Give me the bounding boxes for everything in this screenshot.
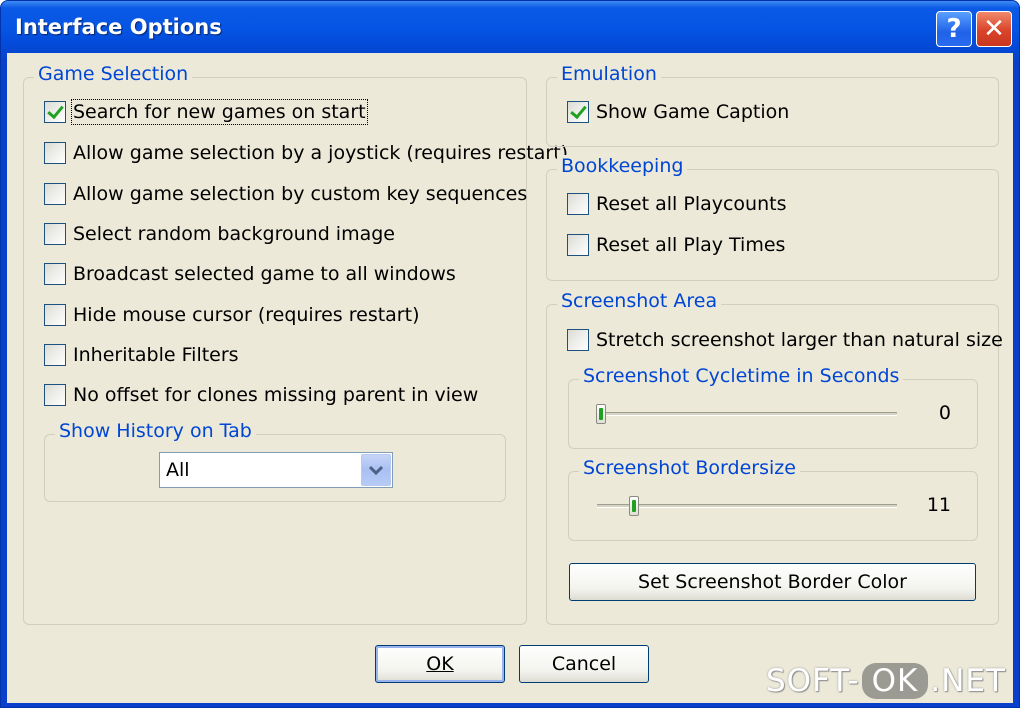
checkbox-stretch-screenshot[interactable]: Stretch screenshot larger than natural s… — [567, 329, 1003, 351]
checkbox-icon[interactable] — [44, 101, 66, 123]
checkbox-random-background[interactable]: Select random background image — [44, 223, 395, 245]
checkbox-label: Broadcast selected game to all windows — [73, 263, 456, 285]
cancel-label: Cancel — [551, 653, 617, 675]
checkbox-icon[interactable] — [44, 142, 66, 164]
checkbox-show-game-caption[interactable]: Show Game Caption — [567, 101, 789, 123]
cycletime-slider-track[interactable] — [597, 412, 897, 416]
checkbox-label: Reset all Play Times — [596, 234, 786, 256]
window-title: Interface Options — [15, 15, 222, 39]
checkbox-label: Show Game Caption — [596, 101, 790, 123]
checkbox-icon[interactable] — [567, 193, 589, 215]
checkbox-reset-play-times[interactable]: Reset all Play Times — [567, 234, 785, 256]
game-selection-label: Game Selection — [34, 63, 193, 85]
cycletime-slider-thumb[interactable] — [596, 404, 606, 424]
checkbox-icon[interactable] — [567, 101, 589, 123]
bookkeeping-label: Bookkeeping — [557, 155, 688, 177]
set-border-color-button[interactable]: Set Screenshot Border Color — [569, 563, 976, 601]
checkbox-inheritable-filters[interactable]: Inheritable Filters — [44, 344, 239, 366]
checkbox-hide-mouse[interactable]: Hide mouse cursor (requires restart) — [44, 304, 419, 326]
cycletime-label: Screenshot Cycletime in Seconds — [579, 365, 904, 387]
checkbox-icon[interactable] — [44, 223, 66, 245]
checkbox-icon[interactable] — [44, 384, 66, 406]
cycletime-value: 0 — [938, 402, 951, 424]
bookkeeping-group: Bookkeeping — [546, 155, 999, 281]
history-tab-label: Show History on Tab — [55, 420, 256, 442]
close-button[interactable]: ✕ — [976, 11, 1012, 47]
help-icon: ? — [946, 14, 962, 44]
checkbox-label: Allow game selection by custom key seque… — [73, 183, 528, 205]
help-button[interactable]: ? — [936, 11, 972, 47]
interface-options-dialog: Interface Options ? ✕ Game Selection Sea… — [0, 0, 1020, 708]
checkbox-key-sequences[interactable]: Allow game selection by custom key seque… — [44, 183, 527, 205]
checkbox-joystick-selection[interactable]: Allow game selection by a joystick (requ… — [44, 142, 568, 164]
ok-button[interactable]: OK — [375, 645, 505, 683]
history-tab-selected-value: All — [166, 459, 190, 481]
bordersize-slider-thumb[interactable] — [629, 496, 639, 516]
checkbox-label: Hide mouse cursor (requires restart) — [73, 304, 420, 326]
checkbox-label: Inheritable Filters — [73, 344, 239, 366]
screenshot-area-label: Screenshot Area — [557, 290, 722, 312]
checkbox-no-offset-clones[interactable]: No offset for clones missing parent in v… — [44, 384, 478, 406]
set-border-color-label: Set Screenshot Border Color — [638, 571, 907, 593]
watermark-part3: .NET — [930, 663, 1006, 699]
watermark-part1: SOFT- — [766, 663, 860, 699]
checkbox-label: Stretch screenshot larger than natural s… — [596, 329, 1003, 351]
checkbox-label: Search for new games on start — [71, 99, 368, 125]
checkbox-search-new-games[interactable]: Search for new games on start — [44, 99, 368, 125]
watermark: SOFT- OK .NET — [766, 657, 1006, 705]
checkbox-icon[interactable] — [44, 263, 66, 285]
checkbox-label: Reset all Playcounts — [596, 193, 787, 215]
bordersize-value: 11 — [926, 494, 951, 516]
checkbox-label: Allow game selection by a joystick (requ… — [73, 142, 569, 164]
bordersize-label: Screenshot Bordersize — [579, 457, 800, 479]
checkbox-icon[interactable] — [44, 344, 66, 366]
watermark-part2: OK — [861, 663, 929, 699]
checkbox-label: No offset for clones missing parent in v… — [73, 384, 479, 406]
checkbox-reset-playcounts[interactable]: Reset all Playcounts — [567, 193, 786, 215]
bordersize-slider-track[interactable] — [597, 504, 897, 508]
cancel-button[interactable]: Cancel — [519, 645, 649, 683]
dialog-body: Game Selection Search for new games on s… — [7, 53, 1013, 703]
history-tab-select[interactable]: All — [159, 452, 393, 488]
close-icon: ✕ — [983, 14, 1005, 44]
checkbox-label: Select random background image — [73, 223, 395, 245]
title-bar[interactable]: Interface Options ? ✕ — [1, 1, 1019, 59]
checkbox-icon[interactable] — [567, 329, 589, 351]
checkbox-icon[interactable] — [44, 183, 66, 205]
emulation-label: Emulation — [557, 63, 661, 85]
checkbox-icon[interactable] — [44, 304, 66, 326]
checkbox-broadcast-selected[interactable]: Broadcast selected game to all windows — [44, 263, 456, 285]
chevron-down-icon[interactable] — [361, 454, 391, 486]
ok-label: OK — [426, 653, 454, 675]
checkbox-icon[interactable] — [567, 234, 589, 256]
